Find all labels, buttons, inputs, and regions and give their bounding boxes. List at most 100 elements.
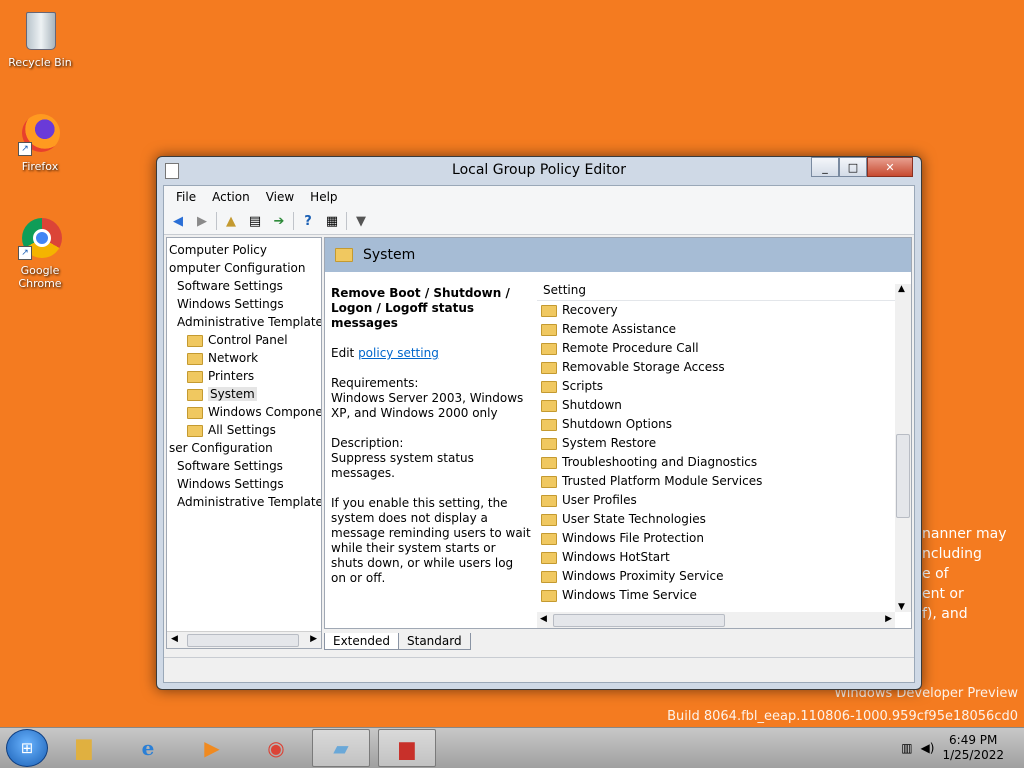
maximize-button[interactable]: □: [839, 157, 867, 177]
filter-icon[interactable]: ▼: [351, 211, 371, 231]
scroll-thumb[interactable]: [896, 434, 910, 518]
folder-icon: [541, 380, 557, 393]
list-item[interactable]: System Restore: [537, 434, 911, 453]
taskbar-internet-explorer[interactable]: e: [120, 730, 176, 766]
folder-icon: [187, 370, 203, 383]
group-policy-editor-window: Local Group Policy Editor _ □ ✕ File Act…: [156, 156, 922, 690]
menu-file[interactable]: File: [168, 190, 204, 204]
desktop-icon-recycle-bin[interactable]: Recycle Bin: [2, 8, 78, 69]
tree-item[interactable]: Computer Policy: [167, 241, 321, 259]
tree-item[interactable]: Windows Settings: [167, 475, 321, 493]
title-bar[interactable]: Local Group Policy Editor _ □ ✕: [157, 157, 921, 185]
properties-icon[interactable]: ▦: [322, 211, 342, 231]
list-horizontal-scrollbar[interactable]: ◀ ▶: [537, 612, 895, 628]
scroll-thumb[interactable]: [187, 634, 299, 647]
desktop-icon-chrome[interactable]: ↗ Google Chrome: [2, 216, 78, 290]
help-icon[interactable]: ?: [298, 211, 318, 231]
taskbar-notepad[interactable]: ▰: [312, 729, 370, 767]
tree-item[interactable]: Windows Components: [167, 403, 321, 421]
tree-item-label: Windows Components: [208, 405, 322, 419]
list-item[interactable]: Trusted Platform Module Services: [537, 472, 911, 491]
list-item[interactable]: Windows HotStart: [537, 548, 911, 567]
folder-icon: [541, 437, 557, 450]
network-icon[interactable]: ▥: [901, 741, 912, 755]
tree-item[interactable]: Software Settings: [167, 457, 321, 475]
tree-item[interactable]: Software Settings: [167, 277, 321, 295]
shortcut-arrow-icon: ↗: [18, 142, 32, 156]
export-list-icon[interactable]: ➔: [269, 211, 289, 231]
edit-label: Edit: [331, 346, 359, 360]
list-vertical-scrollbar[interactable]: ▲ ▼: [895, 284, 911, 612]
menu-action[interactable]: Action: [204, 190, 258, 204]
policy-setting-link[interactable]: policy setting: [358, 346, 439, 360]
list-item[interactable]: Windows Proximity Service: [537, 567, 911, 586]
list-item[interactable]: Scripts: [537, 377, 911, 396]
clock[interactable]: 6:49 PM 1/25/2022: [942, 733, 1004, 763]
tree-horizontal-scrollbar[interactable]: ◀ ▶: [167, 631, 321, 648]
taskbar-chrome[interactable]: ◉: [248, 730, 304, 766]
list-item[interactable]: Recovery: [537, 301, 911, 320]
menu-help[interactable]: Help: [302, 190, 345, 204]
folder-icon: [541, 361, 557, 374]
volume-icon[interactable]: ◀): [921, 741, 935, 755]
tree-item[interactable]: ser Configuration: [167, 439, 321, 457]
close-button[interactable]: ✕: [867, 157, 913, 177]
folder-icon: [335, 248, 353, 262]
tree-item[interactable]: Control Panel: [167, 331, 321, 349]
tree-item[interactable]: Printers: [167, 367, 321, 385]
taskbar: ⊞ ▇ e ▶ ◉ ▰ ▆ ▥ ◀) 6:49 PM 1/25/2022: [0, 727, 1024, 768]
list-item[interactable]: Removable Storage Access: [537, 358, 911, 377]
list-item[interactable]: Shutdown Options: [537, 415, 911, 434]
tree-item[interactable]: Administrative Templates: [167, 493, 321, 511]
scroll-left-icon[interactable]: ◀: [171, 634, 178, 644]
list-item[interactable]: Remote Assistance: [537, 320, 911, 339]
scroll-left-icon[interactable]: ◀: [540, 614, 547, 624]
column-header-setting[interactable]: Setting: [537, 280, 911, 301]
up-folder-icon[interactable]: ▲: [221, 211, 241, 231]
tree-item[interactable]: System: [167, 385, 321, 403]
folder-icon: [187, 388, 203, 401]
desktop-icon-firefox[interactable]: ↗ Firefox: [2, 112, 78, 173]
notepad-icon: ▰: [333, 736, 349, 760]
tab-extended[interactable]: Extended: [324, 633, 399, 650]
list-item-label: Windows HotStart: [562, 550, 670, 564]
tree-item[interactable]: Network: [167, 349, 321, 367]
forward-icon[interactable]: ▶: [192, 211, 212, 231]
list-item-label: Trusted Platform Module Services: [562, 474, 763, 488]
list-item[interactable]: Windows Time Service: [537, 586, 911, 605]
taskbar-group-policy-editor[interactable]: ▆: [378, 729, 436, 767]
back-icon[interactable]: ◀: [168, 211, 188, 231]
show-hide-tree-icon[interactable]: ▤: [245, 211, 265, 231]
folder-icon: [541, 456, 557, 469]
scroll-thumb[interactable]: [553, 614, 725, 627]
folder-icon: [541, 475, 557, 488]
folder-icon: [187, 406, 203, 419]
minimize-button[interactable]: _: [811, 157, 839, 177]
tab-standard[interactable]: Standard: [398, 633, 471, 650]
tree-item[interactable]: All Settings: [167, 421, 321, 439]
scroll-right-icon[interactable]: ▶: [885, 614, 892, 624]
list-item[interactable]: User State Technologies: [537, 510, 911, 529]
scroll-down-icon[interactable]: ▼: [898, 602, 905, 612]
list-item[interactable]: Remote Procedure Call: [537, 339, 911, 358]
scroll-right-icon[interactable]: ▶: [310, 634, 317, 644]
tree-pane: Computer Policy omputer Configuration Soft…: [166, 237, 322, 649]
description-panel: Remove Boot / Shutdown / Logon / Logoff …: [331, 286, 531, 601]
list-item[interactable]: Windows File Protection: [537, 529, 911, 548]
list-item[interactable]: Shutdown: [537, 396, 911, 415]
taskbar-media-player[interactable]: ▶: [184, 730, 240, 766]
tree-item[interactable]: Windows Settings: [167, 295, 321, 313]
clock-date: 1/25/2022: [942, 748, 1004, 762]
list-item[interactable]: User Profiles: [537, 491, 911, 510]
menu-view[interactable]: View: [258, 190, 302, 204]
list-item-label: Shutdown Options: [562, 417, 673, 431]
list-item-label: Windows Proximity Service: [562, 569, 724, 583]
tree-item[interactable]: Administrative Templates: [167, 313, 321, 331]
tree-item-label: omputer Configuration: [169, 261, 306, 275]
list-item[interactable]: Troubleshooting and Diagnostics: [537, 453, 911, 472]
toolbar: ◀ ▶ ▲ ▤ ➔ ? ▦ ▼: [164, 208, 914, 235]
start-button[interactable]: ⊞: [6, 729, 48, 767]
taskbar-explorer[interactable]: ▇: [56, 730, 112, 766]
tree-item[interactable]: omputer Configuration: [167, 259, 321, 277]
scroll-up-icon[interactable]: ▲: [898, 284, 905, 294]
